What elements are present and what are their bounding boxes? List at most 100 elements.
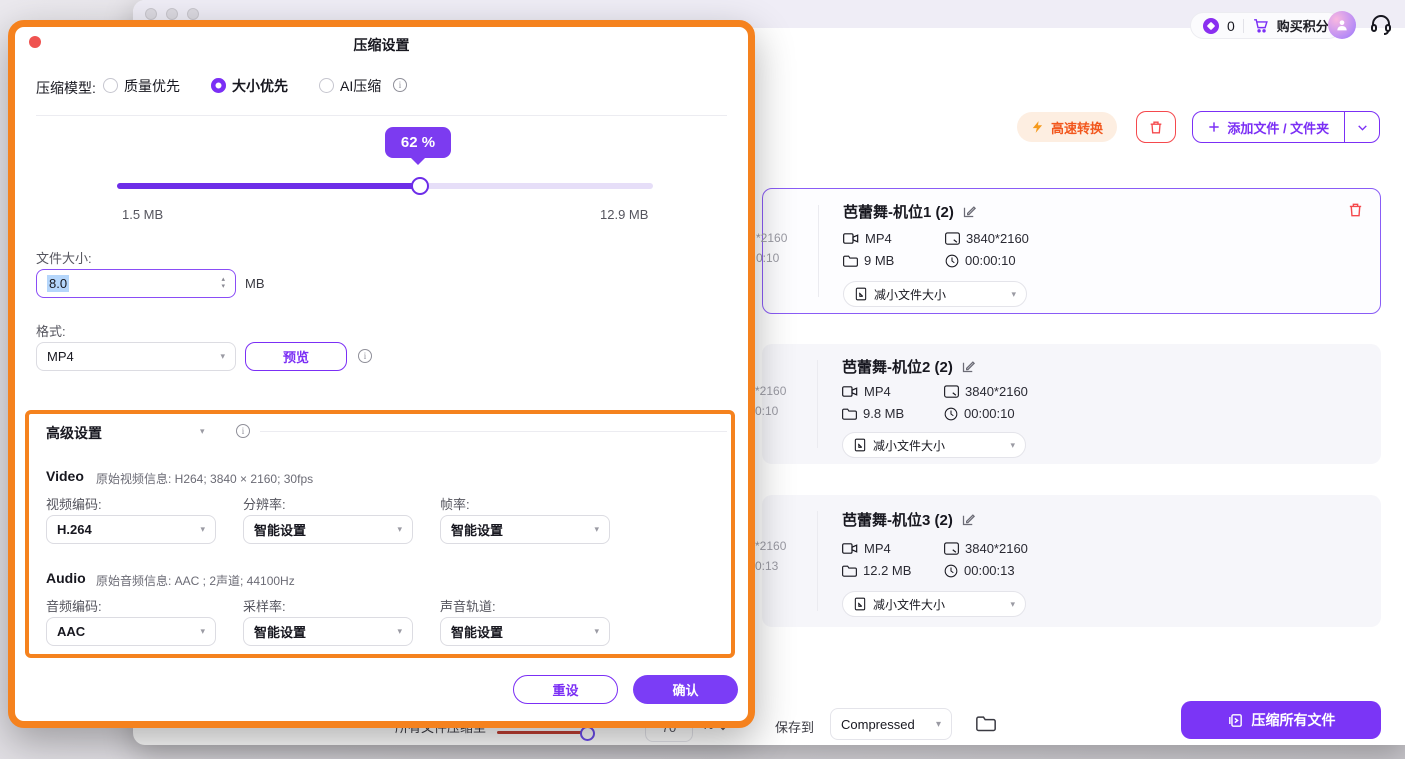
save-folder-select[interactable]: Compressed ▾ — [830, 708, 952, 740]
compress-mode-select[interactable]: 减小文件大小 ▾ — [843, 281, 1027, 307]
video-codec-label: 视频编码: — [46, 494, 102, 513]
radio-quality-first[interactable] — [103, 78, 118, 93]
radio-quality-first-label[interactable]: 质量优先 — [124, 76, 180, 96]
divider — [817, 511, 818, 611]
file-size-input[interactable]: 8.0 ▴▾ — [36, 269, 236, 298]
size-slider[interactable] — [117, 183, 653, 189]
file-name: 芭蕾舞-机位1 (2) — [843, 201, 954, 222]
file-size: 9.8 MB — [842, 406, 904, 421]
video-codec-select[interactable]: H.264▾ — [46, 515, 216, 544]
file-row[interactable]: *2160 0:10 芭蕾舞-机位2 (2) MP4 3840*2160 9.8… — [762, 344, 1381, 464]
lightning-icon — [1031, 119, 1045, 135]
original-duration-fragment: 0:10 — [755, 404, 778, 418]
chevron-down-icon: ▾ — [1010, 440, 1015, 451]
format-label: 格式: — [36, 321, 66, 340]
compress-mode-select[interactable]: 减小文件大小 ▾ — [842, 432, 1026, 458]
info-icon[interactable]: i — [236, 424, 250, 438]
credits-pill[interactable]: 0 购买积分 — [1190, 12, 1342, 39]
resolution-icon — [944, 385, 959, 398]
info-icon[interactable]: i — [393, 78, 407, 92]
open-folder-icon[interactable] — [976, 714, 996, 732]
radio-size-first[interactable] — [211, 78, 226, 93]
add-files-dropdown[interactable] — [1345, 121, 1379, 134]
audio-codec-select[interactable]: AAC▾ — [46, 617, 216, 646]
traffic-light-zoom[interactable] — [187, 8, 199, 20]
resolution-select[interactable]: 智能设置▾ — [243, 515, 413, 544]
file-format: MP4 — [842, 541, 891, 556]
person-icon — [1334, 17, 1350, 33]
advanced-settings-title[interactable]: 高级设置 — [46, 423, 102, 443]
size-slider-fill — [117, 183, 420, 189]
compress-percent-slider-handle[interactable] — [580, 726, 595, 741]
reset-button[interactable]: 重设 — [513, 675, 618, 704]
file-row[interactable]: *2160 0:10 芭蕾舞-机位1 (2) MP4 3840*2160 9 M… — [762, 188, 1381, 314]
file-format: MP4 — [843, 231, 892, 246]
stepper-arrows[interactable]: ▴▾ — [221, 277, 225, 290]
resolution-icon — [945, 232, 960, 245]
fast-convert-badge[interactable]: 高速转换 — [1017, 112, 1117, 142]
chevron-down-icon[interactable]: ▾ — [200, 426, 205, 437]
traffic-light-close[interactable] — [145, 8, 157, 20]
size-slider-handle[interactable] — [411, 177, 429, 195]
file-size: 12.2 MB — [842, 563, 911, 578]
edit-icon[interactable] — [961, 512, 976, 527]
chevron-down-icon: ▾ — [936, 719, 941, 730]
slider-tooltip: 62 % — [385, 127, 451, 158]
compress-percent-slider[interactable] — [497, 731, 588, 734]
chevron-down-icon: ▾ — [220, 351, 225, 362]
divider — [260, 431, 727, 432]
delete-file-icon[interactable] — [1347, 201, 1364, 219]
edit-icon[interactable] — [961, 359, 976, 374]
plus-icon — [1207, 120, 1221, 134]
info-icon[interactable]: i — [358, 349, 372, 363]
original-resolution-fragment: *2160 — [755, 539, 786, 553]
reduce-size-icon — [853, 438, 867, 452]
divider — [1243, 19, 1244, 33]
delete-all-button[interactable] — [1136, 111, 1176, 143]
step-down-icon[interactable]: ▾ — [221, 284, 225, 290]
add-files-button[interactable]: 添加文件 / 文件夹 — [1192, 111, 1380, 143]
support-headset-icon[interactable] — [1369, 12, 1393, 36]
file-resolution: 3840*2160 — [945, 231, 1029, 246]
buy-credits-label[interactable]: 购买积分 — [1277, 16, 1329, 35]
framerate-select[interactable]: 智能设置▾ — [440, 515, 610, 544]
edit-icon[interactable] — [962, 204, 977, 219]
traffic-light-minimize[interactable] — [166, 8, 178, 20]
audio-codec-label: 音频编码: — [46, 596, 102, 615]
original-resolution-fragment: *2160 — [755, 384, 786, 398]
format-value: MP4 — [47, 349, 74, 364]
resolution-label: 分辨率: — [243, 494, 286, 513]
video-original-info: 原始视频信息: H264; 3840 × 2160; 30fps — [96, 470, 313, 487]
resolution-icon — [944, 542, 959, 555]
samplerate-select[interactable]: 智能设置▾ — [243, 617, 413, 646]
confirm-button[interactable]: 确认 — [633, 675, 738, 704]
radio-ai-compress-label[interactable]: AI压缩 — [340, 76, 381, 96]
camera-icon — [843, 232, 859, 245]
file-resolution: 3840*2160 — [944, 541, 1028, 556]
radio-size-first-label[interactable]: 大小优先 — [232, 76, 288, 96]
divider — [818, 205, 819, 297]
folder-icon — [843, 254, 858, 267]
compress-mode-select[interactable]: 减小文件大小 ▾ — [842, 591, 1026, 617]
save-to-label: 保存到 — [775, 717, 814, 736]
compress-all-button[interactable]: 压缩所有文件 — [1181, 701, 1381, 739]
file-name: 芭蕾舞-机位3 (2) — [842, 509, 953, 530]
preview-button[interactable]: 预览 — [245, 342, 347, 371]
file-duration: 00:00:10 — [945, 253, 1016, 268]
chevron-down-icon: ▾ — [594, 524, 599, 535]
file-row[interactable]: *2160 0:13 芭蕾舞-机位3 (2) MP4 3840*2160 12.… — [762, 495, 1381, 627]
radio-ai-compress[interactable] — [319, 78, 334, 93]
framerate-label: 帧率: — [440, 494, 470, 513]
chevron-down-icon: ▾ — [397, 626, 402, 637]
camera-icon — [842, 542, 858, 555]
file-duration: 00:00:13 — [944, 563, 1015, 578]
original-resolution-fragment: *2160 — [756, 231, 787, 245]
format-select[interactable]: MP4 ▾ — [36, 342, 236, 371]
folder-icon — [842, 407, 857, 420]
channel-select[interactable]: 智能设置▾ — [440, 617, 610, 646]
chevron-down-icon: ▾ — [200, 626, 205, 637]
chevron-down-icon: ▾ — [594, 626, 599, 637]
slider-min-label: 1.5 MB — [122, 207, 163, 222]
file-resolution: 3840*2160 — [944, 384, 1028, 399]
avatar[interactable] — [1328, 11, 1356, 39]
